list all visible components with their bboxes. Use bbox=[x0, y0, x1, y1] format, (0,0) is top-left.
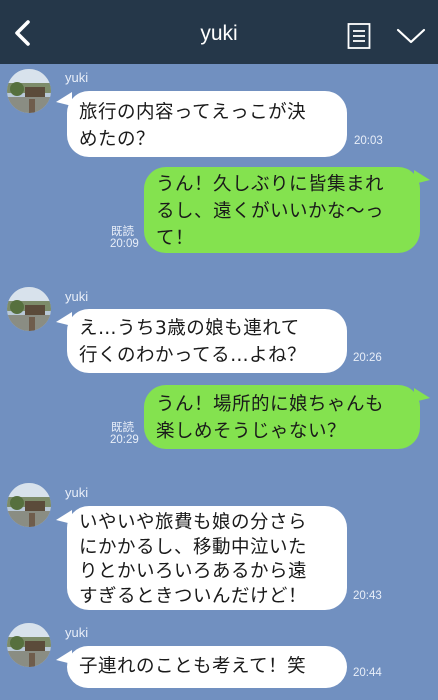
message-text: いやいや旅費も娘の分さら bbox=[79, 512, 308, 533]
message-bubble-incoming[interactable]: 旅行の内容ってえっこが決 めたの？ bbox=[67, 91, 347, 157]
chevron-down-icon bbox=[396, 28, 426, 44]
sender-name: yuki bbox=[65, 70, 89, 85]
message-text: 楽しめそうじゃない？ bbox=[156, 421, 347, 442]
timestamp: 20:03 bbox=[354, 135, 383, 147]
avatar[interactable] bbox=[7, 623, 51, 667]
sender-name: yuki bbox=[65, 289, 89, 304]
message-text: めたの？ bbox=[79, 129, 156, 150]
memo-button[interactable] bbox=[345, 22, 373, 50]
avatar[interactable] bbox=[7, 69, 51, 113]
avatar-image bbox=[7, 69, 51, 113]
bubble-tail bbox=[414, 170, 430, 184]
message-bubble-outgoing[interactable]: うん！久しぶりに皆集まれ るし、遠くがいいかな〜っ て！ bbox=[144, 167, 420, 253]
message-bubble-outgoing[interactable]: うん！場所的に娘ちゃんも 楽しめそうじゃない？ bbox=[144, 385, 420, 449]
avatar-image bbox=[7, 623, 51, 667]
message-text: 子連れのことも考えて！笑 bbox=[79, 656, 307, 677]
message-bubble-incoming[interactable]: 子連れのことも考えて！笑 bbox=[67, 646, 347, 688]
read-receipt: 既読 bbox=[111, 420, 134, 434]
avatar[interactable] bbox=[7, 287, 51, 331]
message-bubble-incoming[interactable]: いやいや旅費も娘の分さら にかかるし、移動中泣いた りとかいろいろあるから遠 す… bbox=[67, 506, 347, 610]
menu-dropdown-button[interactable] bbox=[396, 26, 426, 46]
timestamp: 20:44 bbox=[353, 667, 382, 679]
message-text: て！ bbox=[156, 228, 195, 249]
timestamp: 20:43 bbox=[353, 590, 382, 602]
timestamp: 20:09 bbox=[110, 238, 139, 250]
timestamp: 20:29 bbox=[110, 434, 139, 446]
message-text: うん！場所的に娘ちゃんも bbox=[156, 394, 385, 415]
avatar-image bbox=[7, 287, 51, 331]
message-text: 行くのわかってる…よね？ bbox=[79, 345, 307, 366]
chat-header: yuki bbox=[0, 0, 438, 64]
message-text: りとかいろいろあるから遠 bbox=[79, 561, 308, 582]
message-bubble-incoming[interactable]: え…うち3歳の娘も連れて 行くのわかってる…よね？ bbox=[67, 309, 347, 373]
read-receipt: 既読 bbox=[111, 224, 134, 238]
message-text: え…うち3歳の娘も連れて bbox=[79, 318, 300, 339]
avatar-image bbox=[7, 483, 51, 527]
sender-name: yuki bbox=[65, 625, 89, 640]
message-text: るし、遠くがいいかな〜っ bbox=[156, 201, 385, 222]
message-text: 旅行の内容ってえっこが決 bbox=[79, 102, 307, 123]
message-text: うん！久しぶりに皆集まれ bbox=[156, 174, 385, 195]
avatar[interactable] bbox=[7, 483, 51, 527]
message-text: にかかるし、移動中泣いた bbox=[79, 536, 308, 558]
bubble-tail bbox=[414, 388, 430, 402]
memo-icon bbox=[347, 23, 371, 49]
sender-name: yuki bbox=[65, 485, 89, 500]
message-text: すぎるときついんだけど！ bbox=[79, 585, 308, 607]
timestamp: 20:26 bbox=[353, 352, 382, 364]
